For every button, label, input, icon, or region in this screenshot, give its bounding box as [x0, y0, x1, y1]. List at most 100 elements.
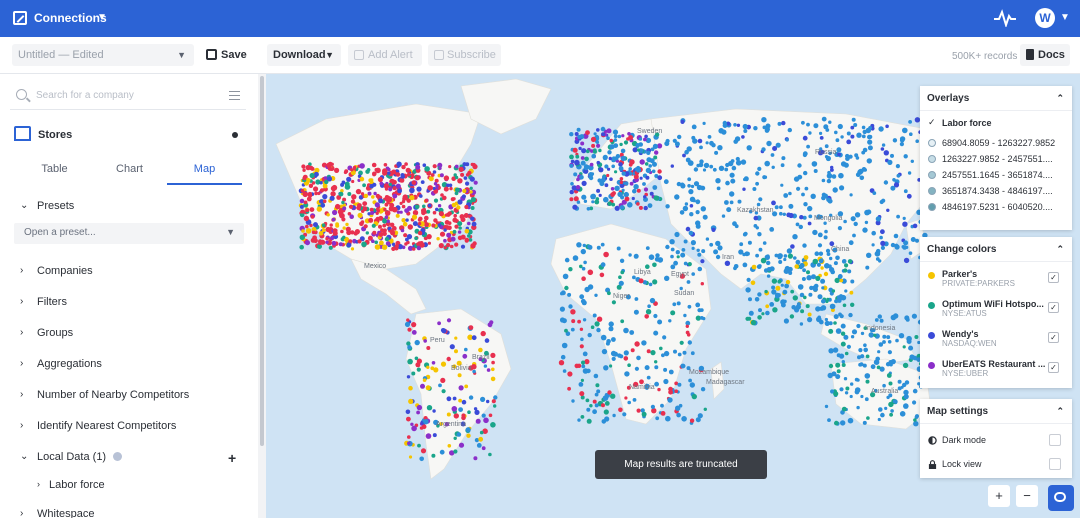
store-marker [645, 246, 650, 251]
local-data-item[interactable]: › Labor force [37, 479, 105, 491]
tab-map[interactable]: Map [167, 163, 242, 175]
menu-icon[interactable] [229, 91, 240, 100]
dark-mode-toggle[interactable] [1049, 434, 1061, 446]
store-marker [357, 239, 362, 244]
activity-icon[interactable] [993, 9, 1017, 27]
scrollbar-thumb[interactable] [260, 76, 264, 446]
aggregations-section[interactable]: › Aggregations [20, 358, 102, 370]
store-marker [689, 212, 694, 217]
store-marker [868, 332, 874, 338]
groups-section[interactable]: › Groups [20, 327, 73, 339]
app-title[interactable]: Connections [34, 11, 107, 25]
info-icon[interactable] [113, 452, 123, 461]
company-color-row[interactable]: UberEATS Restaurant ... NYSE:UBER ✓ [920, 356, 1072, 386]
store-marker [389, 229, 394, 233]
add-alert-button[interactable]: Add Alert [348, 44, 422, 66]
docs-button[interactable]: Docs [1020, 44, 1070, 66]
tab-chart[interactable]: Chart [92, 163, 167, 175]
preset-select[interactable]: Open a preset... ▼ [14, 223, 244, 244]
lock-view-label: Lock view [942, 459, 982, 469]
chevron-up-icon[interactable]: ⌃ [1056, 406, 1064, 417]
store-marker [580, 395, 585, 400]
chevron-down-icon[interactable]: ▼ [1060, 12, 1070, 23]
store-marker [396, 161, 402, 167]
store-marker [860, 394, 864, 399]
color-swatch[interactable] [928, 362, 935, 369]
download-button[interactable]: Download ▼ [267, 44, 341, 66]
store-marker [783, 257, 787, 262]
store-marker [823, 124, 829, 130]
companies-section[interactable]: › Companies [20, 265, 93, 277]
chevron-right-icon: › [20, 420, 24, 431]
store-marker [782, 212, 786, 216]
store-marker [674, 231, 680, 238]
tab-table[interactable]: Table [17, 163, 92, 175]
chevron-down-icon: ▼ [226, 227, 235, 237]
nearest-competitors-section[interactable]: › Identify Nearest Competitors [20, 420, 176, 432]
store-marker [427, 185, 433, 191]
company-color-row[interactable]: Parker's PRIVATE:PARKERS ✓ [920, 266, 1072, 296]
sidebar-scrollbar[interactable] [258, 74, 266, 518]
chat-button[interactable] [1048, 485, 1074, 511]
avatar[interactable]: W [1035, 8, 1055, 28]
map-label: Egypt [671, 271, 689, 278]
presets-section[interactable]: ⌄ Presets [20, 200, 74, 212]
zoom-out-button[interactable]: − [1016, 485, 1038, 507]
store-marker [841, 363, 846, 367]
zoom-in-button[interactable]: + [988, 485, 1010, 507]
store-marker [709, 164, 714, 169]
whitespace-section[interactable]: › Whitespace [20, 508, 94, 518]
search-input[interactable]: Search for a company [10, 82, 246, 110]
store-marker [604, 416, 610, 422]
store-marker [600, 334, 607, 341]
overlays-header[interactable]: Overlays ⌃ [920, 86, 1072, 111]
company-checkbox[interactable]: ✓ [1048, 332, 1059, 343]
store-marker [414, 175, 420, 181]
company-color-row[interactable]: Wendy's NASDAQ:WEN ✓ [920, 326, 1072, 356]
map-settings-header[interactable]: Map settings ⌃ [920, 399, 1072, 424]
nearby-competitors-section[interactable]: › Number of Nearby Competitors [20, 389, 189, 401]
color-swatch[interactable] [928, 332, 935, 339]
color-swatch[interactable] [928, 272, 935, 279]
dark-mode-row[interactable]: Dark mode [920, 428, 1072, 452]
store-marker [737, 199, 742, 204]
store-marker [371, 223, 376, 228]
company-checkbox[interactable]: ✓ [1048, 362, 1059, 373]
subscribe-button[interactable]: Subscribe [428, 44, 501, 66]
store-marker [331, 217, 336, 222]
color-swatch[interactable] [928, 302, 935, 309]
check-icon[interactable]: ✓ [928, 118, 937, 127]
document-select[interactable]: Untitled — Edited ▼ [12, 44, 194, 66]
store-marker [582, 243, 586, 248]
chevron-up-icon[interactable]: ⌃ [1056, 93, 1064, 104]
company-name: UberEATS Restaurant ... [942, 359, 1046, 369]
store-marker [628, 167, 632, 171]
store-marker [609, 364, 613, 368]
change-colors-header[interactable]: Change colors ⌃ [920, 237, 1072, 262]
company-checkbox[interactable]: ✓ [1048, 272, 1059, 283]
chevron-down-icon[interactable]: ▼ [97, 12, 107, 23]
store-marker [877, 350, 881, 354]
store-marker [350, 199, 356, 204]
status-dot[interactable] [232, 132, 238, 138]
store-marker [645, 167, 652, 174]
legend-range: 4846197.5231 - 6040520.... [920, 199, 1072, 215]
company-color-row[interactable]: Optimum WiFi Hotspo... NYSE:ATUS ✓ [920, 296, 1072, 326]
lock-view-row[interactable]: Lock view [920, 452, 1072, 476]
local-data-section[interactable]: ⌄ Local Data (1) [20, 451, 123, 463]
save-button[interactable]: Save [199, 44, 251, 66]
company-checkbox[interactable]: ✓ [1048, 302, 1059, 313]
store-marker [584, 286, 590, 293]
store-marker [717, 245, 723, 251]
store-marker [629, 159, 635, 165]
store-marker [357, 212, 363, 218]
store-marker [897, 379, 902, 384]
store-marker [582, 318, 587, 322]
add-local-data-button[interactable]: + [228, 450, 236, 466]
lock-view-toggle[interactable] [1049, 458, 1061, 470]
filters-section[interactable]: › Filters [20, 296, 67, 308]
overlay-layer-row[interactable]: ✓ Labor force [920, 115, 1072, 131]
store-marker [362, 201, 368, 206]
store-marker [828, 328, 834, 334]
chevron-up-icon[interactable]: ⌃ [1056, 244, 1064, 255]
